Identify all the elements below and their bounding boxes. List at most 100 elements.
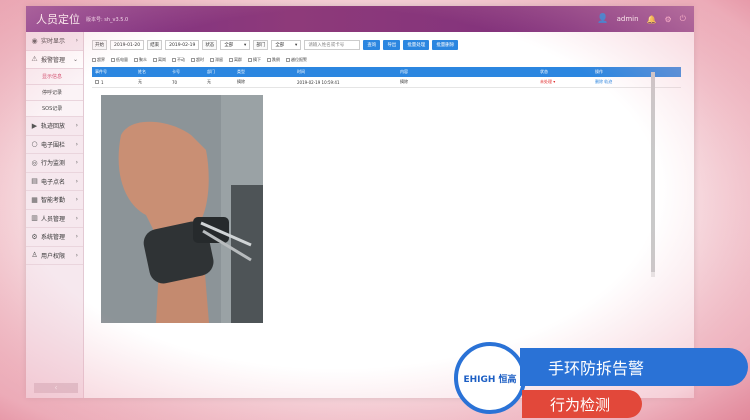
sidebar-subitem-stop-call[interactable]: 停呼记录 bbox=[26, 85, 83, 101]
start-date-input[interactable]: 2019-01-20 bbox=[110, 40, 145, 50]
calendar-icon: ▦ bbox=[31, 195, 38, 204]
sidebar-item-label: 人员管理 bbox=[41, 215, 66, 223]
wristband-photo bbox=[101, 95, 263, 323]
filter-label: 超时 bbox=[196, 57, 204, 62]
checkbox-box[interactable] bbox=[172, 58, 176, 62]
cell-operations[interactable]: 删除 轨迹 bbox=[595, 79, 681, 85]
chevron-down-icon: ▾ bbox=[244, 42, 247, 48]
chevron-right-icon: › bbox=[75, 214, 78, 222]
filter-label: 超界 bbox=[97, 57, 105, 62]
sidebar-collapse-button[interactable]: ‹ bbox=[34, 383, 78, 393]
sidebar-item-personnel[interactable]: ▥ 人员管理 › bbox=[26, 210, 83, 228]
sidebar-item-behavior[interactable]: ◎ 行为监测 › bbox=[26, 154, 83, 173]
cell-dept: 无 bbox=[207, 79, 211, 84]
filter-checkbox[interactable]: 跌倒 bbox=[267, 57, 280, 63]
filter-label: 滞留 bbox=[215, 57, 223, 62]
circle-icon: ○ bbox=[31, 140, 38, 149]
cell-status-dropdown[interactable]: 未处理 ▾ bbox=[540, 79, 595, 85]
sidebar-item-system[interactable]: ⚙ 系统管理 › bbox=[26, 228, 83, 247]
filter-checkbox[interactable]: 超时 bbox=[191, 57, 204, 63]
column-header[interactable]: 状态 bbox=[540, 69, 595, 75]
sidebar-item-label: 行为监测 bbox=[41, 160, 66, 168]
eye-icon: ◉ bbox=[31, 36, 38, 45]
filter-checkbox[interactable]: 聚众 bbox=[134, 57, 147, 63]
checkbox-box[interactable] bbox=[191, 58, 195, 62]
checkbox-box[interactable] bbox=[229, 58, 233, 62]
checkbox-box[interactable] bbox=[248, 58, 252, 62]
scrollbar-thumb[interactable] bbox=[651, 72, 655, 272]
status-label: 状态 bbox=[202, 40, 218, 50]
filter-checkbox[interactable]: 离群 bbox=[229, 57, 242, 63]
sidebar-item-label: 轨迹回放 bbox=[41, 123, 66, 131]
sidebar-item-realtime[interactable]: ◉ 实时显示 › bbox=[26, 32, 83, 51]
bell-icon[interactable]: 🔔 bbox=[647, 15, 657, 24]
filter-toolbar: 开始 2019-01-20 结束 2019-02-19 状态 全部 ▾ 部门 全部… bbox=[92, 38, 692, 52]
filter-checkbox[interactable]: 低电量 bbox=[111, 57, 128, 63]
column-header[interactable]: 卡号 bbox=[172, 69, 207, 75]
sidebar-subitem-sos[interactable]: SOS记录 bbox=[26, 101, 83, 117]
filter-label: 不动 bbox=[177, 57, 185, 62]
sidebar-item-label: 系统管理 bbox=[41, 234, 66, 242]
power-icon[interactable]: ⏻ bbox=[680, 14, 686, 24]
filter-checkbox[interactable]: 摘下 bbox=[248, 57, 261, 63]
export-button[interactable]: 导出 bbox=[383, 40, 401, 50]
checkbox-box[interactable] bbox=[134, 58, 138, 62]
app-header: 人员定位 版本号: sh_v3.5.0 👤 admin 🔔 ⚙ ⏻ bbox=[26, 6, 694, 32]
checkbox-box[interactable] bbox=[111, 58, 115, 62]
sidebar-item-attendance[interactable]: ▦ 智能考勤 › bbox=[26, 191, 83, 210]
brand-logo: EHIGH 恒高 bbox=[454, 342, 526, 414]
version-label: 版本号: sh_v3.5.0 bbox=[86, 16, 129, 23]
filter-checkbox[interactable]: 不动 bbox=[172, 57, 185, 63]
chevron-down-icon: ⌄ bbox=[72, 55, 78, 63]
batch-delete-button[interactable]: 批量删除 bbox=[432, 40, 459, 50]
sidebar-item-permissions[interactable]: ♙ 用户权限 › bbox=[26, 247, 83, 265]
filter-checkbox[interactable]: 越位报警 bbox=[286, 57, 307, 63]
table-row[interactable]: 1 无 70 无 摘除 2019-02-19 10:59:41 摘除 未处理 ▾… bbox=[92, 77, 681, 88]
column-header[interactable]: 时间 bbox=[297, 69, 400, 75]
column-header[interactable]: 姓名 bbox=[138, 69, 172, 75]
status-select[interactable]: 全部 ▾ bbox=[220, 40, 251, 50]
start-label: 开始 bbox=[92, 40, 107, 50]
sidebar-item-label: 电子点名 bbox=[41, 178, 66, 186]
column-header[interactable]: 内容 bbox=[400, 69, 540, 75]
sidebar-subitem-display-info[interactable]: 显示信息 bbox=[26, 69, 83, 85]
dept-select-value: 全部 bbox=[275, 43, 285, 48]
filter-checkbox[interactable]: 超界 bbox=[92, 57, 105, 63]
column-header[interactable]: 操作 bbox=[595, 69, 681, 75]
chevron-right-icon: › bbox=[75, 177, 78, 185]
username[interactable]: admin bbox=[617, 15, 639, 23]
app-title: 人员定位 bbox=[36, 13, 80, 26]
sidebar-item-rollcall[interactable]: ▤ 电子点名 › bbox=[26, 173, 83, 191]
chevron-right-icon: › bbox=[75, 196, 78, 204]
sidebar-item-label: 报警管理 bbox=[41, 56, 66, 64]
checkbox-box[interactable] bbox=[286, 58, 290, 62]
filter-label: 跌倒 bbox=[272, 57, 280, 62]
checkbox-box[interactable] bbox=[210, 58, 214, 62]
batch-process-button[interactable]: 批量处理 bbox=[403, 40, 430, 50]
end-date-input[interactable]: 2019-02-19 bbox=[165, 40, 200, 50]
chevron-right-icon: › bbox=[75, 251, 78, 259]
settings-icon[interactable]: ⚙ bbox=[665, 15, 672, 24]
filter-label: 摘下 bbox=[253, 57, 261, 62]
checkbox-box[interactable] bbox=[153, 58, 157, 62]
activity-icon: ◎ bbox=[31, 158, 38, 167]
row-checkbox[interactable] bbox=[95, 79, 99, 84]
search-input[interactable]: 请输入姓名或卡号 bbox=[304, 40, 361, 50]
filter-label: 聚众 bbox=[139, 57, 147, 62]
checkbox-box[interactable] bbox=[92, 58, 96, 62]
people-icon: ▥ bbox=[31, 214, 38, 223]
sidebar-item-track-playback[interactable]: ▶ 轨迹回放 › bbox=[26, 117, 83, 136]
column-header[interactable]: 事件号 bbox=[92, 69, 138, 75]
user-icon[interactable]: 👤 bbox=[597, 14, 608, 24]
filter-checkbox[interactable]: 离岗 bbox=[153, 57, 166, 63]
column-header[interactable]: 类型 bbox=[237, 69, 297, 75]
checkbox-box[interactable] bbox=[267, 58, 271, 62]
sidebar-item-fence[interactable]: ○ 电子围栏 › bbox=[26, 136, 83, 154]
query-button[interactable]: 查询 bbox=[363, 40, 381, 50]
filter-label: 离群 bbox=[234, 57, 242, 62]
column-header[interactable]: 部门 bbox=[207, 69, 237, 75]
status-select-value: 全部 bbox=[224, 43, 234, 48]
dept-select[interactable]: 全部 ▾ bbox=[271, 40, 302, 50]
filter-checkbox[interactable]: 滞留 bbox=[210, 57, 223, 63]
sidebar-item-alarm[interactable]: ⚠ 报警管理 ⌄ bbox=[26, 50, 83, 69]
